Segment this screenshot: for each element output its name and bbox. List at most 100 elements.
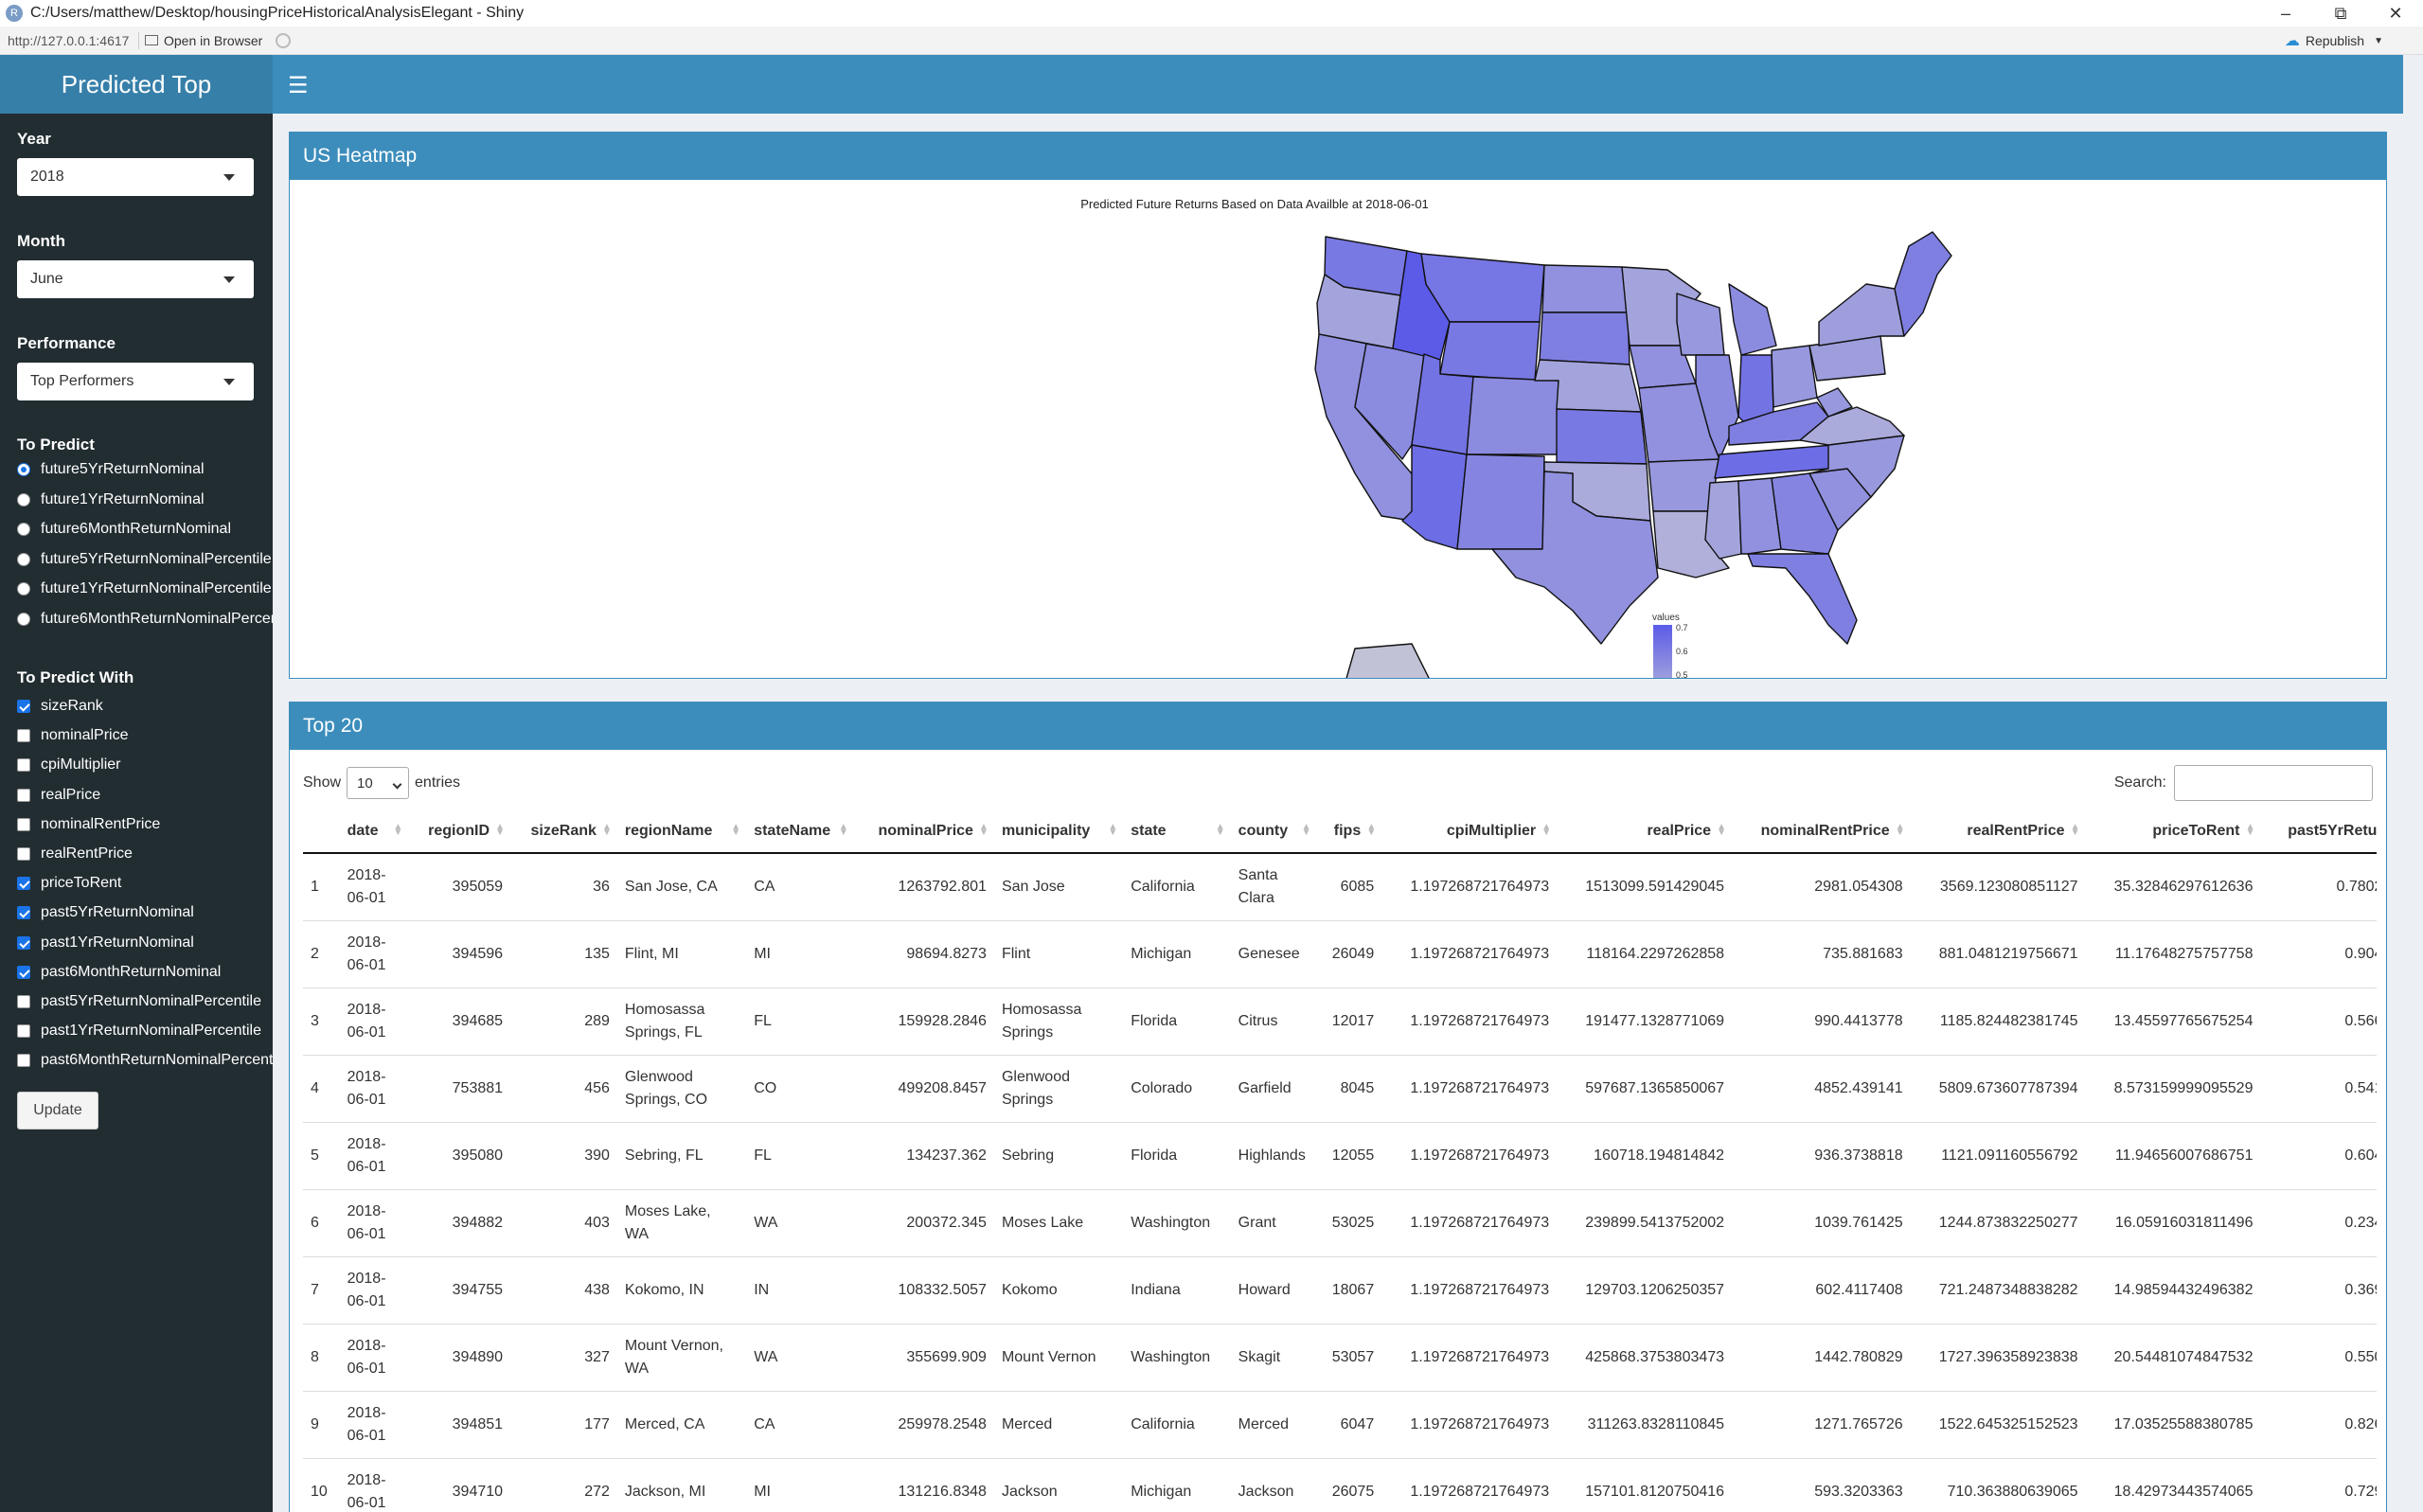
table-row[interactable]: 1 2018-06-01 395059 36 San Jose, CA CA 1263792…: [303, 853, 2377, 921]
radio-unchecked-icon[interactable]: [17, 612, 30, 626]
column-header[interactable]: nominalPrice ▲ ▼: [853, 809, 994, 854]
column-header[interactable]: stateName ▲ ▼: [746, 809, 854, 854]
checkbox-checked-icon[interactable]: [17, 700, 30, 713]
predict-with-option[interactable]: past5YrReturnNominal: [17, 904, 194, 921]
predict-with-option[interactable]: past5YrReturnNominalPercentile: [17, 993, 261, 1010]
predict-option[interactable]: future1YrReturnNominal: [17, 491, 205, 508]
month-select[interactable]: June: [17, 260, 254, 298]
checkbox-unchecked-icon[interactable]: [17, 1024, 30, 1039]
checkbox-unchecked-icon[interactable]: [17, 847, 30, 861]
page-length-value: 10: [357, 774, 373, 792]
table-row[interactable]: 9 2018-06-01 394851 177 Merced, CA CA 259978.2…: [303, 1391, 2377, 1459]
table-row[interactable]: 7 2018-06-01 394755 438 Kokomo, IN IN 108332.5…: [303, 1256, 2377, 1325]
refresh-icon[interactable]: [276, 32, 292, 48]
predict-option[interactable]: future6MonthReturnNominalPercentile: [17, 611, 273, 628]
update-button[interactable]: Update: [17, 1092, 98, 1130]
predict-with-option[interactable]: nominalRentPrice: [17, 816, 160, 833]
table-row[interactable]: 8 2018-06-01 394890 327 Mount Vernon, WA WA 35…: [303, 1324, 2377, 1392]
table-row[interactable]: 5 2018-06-01 395080 390 Sebring, FL FL 134237.…: [303, 1122, 2377, 1190]
sort-icon[interactable]: ▲ ▼: [731, 823, 740, 838]
predict-option[interactable]: future5YrReturnNominalPercentile: [17, 551, 272, 568]
column-header[interactable]: nominalRentPrice ▲ ▼: [1732, 809, 1911, 854]
predict-with-option[interactable]: past6MonthReturnNominal: [17, 964, 221, 981]
predict-option[interactable]: future1YrReturnNominalPercentile: [17, 580, 272, 597]
open-in-browser-button[interactable]: Open in Browser: [145, 33, 262, 48]
checkbox-unchecked-icon[interactable]: [17, 1054, 30, 1068]
sort-icon[interactable]: ▲ ▼: [979, 823, 989, 838]
checkbox-unchecked-icon[interactable]: [17, 729, 30, 743]
checkbox-checked-icon[interactable]: [17, 965, 30, 979]
predict-with-option[interactable]: past6MonthReturnNominalPercentile: [17, 1052, 273, 1069]
predict-with-option[interactable]: realPrice: [17, 787, 100, 804]
search-input[interactable]: [2174, 765, 2373, 801]
table-row[interactable]: 3 2018-06-01 394685 289 Homosassa Springs, F…: [303, 987, 2377, 1056]
column-header[interactable]: regionID ▲ ▼: [408, 809, 511, 854]
table-row[interactable]: 10 2018-06-01 394710 272 Jackson, MI MI 131216…: [303, 1458, 2377, 1512]
sort-icon[interactable]: ▲ ▼: [602, 823, 612, 838]
column-header[interactable]: priceToRent ▲ ▼: [2085, 809, 2261, 854]
sort-icon[interactable]: ▲ ▼: [2246, 823, 2255, 838]
republish-button[interactable]: ☁ Republish ▼: [2285, 31, 2383, 50]
predict-with-option[interactable]: past1YrReturnNominalPercentile: [17, 1023, 261, 1040]
column-header[interactable]: past5YrReturnN▲▼: [2260, 809, 2377, 854]
sort-icon[interactable]: ▲ ▼: [2071, 823, 2080, 838]
checkbox-unchecked-icon[interactable]: [17, 995, 30, 1008]
table-cell: 160718.194814842: [1557, 1122, 1733, 1190]
table-cell: 1442.780829: [1732, 1324, 1911, 1392]
predict-option[interactable]: future6MonthReturnNominal: [17, 521, 231, 538]
predict-with-option[interactable]: sizeRank: [17, 698, 103, 715]
table-cell: 1185.824482381745: [1910, 987, 2086, 1056]
column-header[interactable]: cpiMultiplier ▲ ▼: [1381, 809, 1558, 854]
predict-with-option[interactable]: realRentPrice: [17, 845, 133, 863]
sort-icon[interactable]: ▲ ▼: [393, 823, 402, 838]
restore-icon[interactable]: ⧉: [2313, 0, 2368, 27]
column-header[interactable]: municipality ▲ ▼: [993, 809, 1124, 854]
sort-icon[interactable]: ▲ ▼: [1896, 823, 1905, 838]
predict-with-option[interactable]: priceToRent: [17, 875, 121, 892]
radio-checked-icon[interactable]: [17, 463, 30, 476]
predict-with-option[interactable]: nominalPrice: [17, 727, 128, 744]
sort-icon[interactable]: ▲ ▼: [1108, 823, 1117, 838]
sort-icon[interactable]: ▲ ▼: [839, 823, 848, 838]
table-row[interactable]: 2 2018-06-01 394596 135 Flint, MI MI 98694.827…: [303, 920, 2377, 988]
column-header[interactable]: county ▲ ▼: [1230, 809, 1317, 854]
predict-with-option[interactable]: cpiMultiplier: [17, 756, 120, 774]
radio-unchecked-icon[interactable]: [17, 492, 30, 507]
sort-icon[interactable]: ▲ ▼: [1541, 823, 1551, 838]
sort-icon[interactable]: ▲ ▼: [1366, 823, 1376, 838]
minimize-icon[interactable]: –: [2258, 0, 2313, 27]
checkbox-unchecked-icon[interactable]: [17, 817, 30, 831]
radio-unchecked-icon[interactable]: [17, 523, 30, 536]
sort-icon[interactable]: ▲ ▼: [495, 823, 505, 838]
column-header[interactable]: realPrice ▲ ▼: [1557, 809, 1733, 854]
year-select[interactable]: 2018: [17, 158, 254, 196]
predict-with-option[interactable]: past1YrReturnNominal: [17, 934, 194, 952]
page-length-select[interactable]: 10: [347, 767, 410, 799]
caret-down-icon: [223, 379, 235, 385]
column-header[interactable]: date ▲ ▼: [339, 809, 409, 854]
close-icon[interactable]: ✕: [2368, 0, 2423, 27]
radio-unchecked-icon[interactable]: [17, 582, 30, 596]
sort-icon[interactable]: ▲ ▼: [1302, 823, 1311, 838]
column-header[interactable]: state ▲ ▼: [1123, 809, 1231, 854]
sort-icon[interactable]: ▲ ▼: [1216, 823, 1225, 838]
table-row[interactable]: 6 2018-06-01 394882 403 Moses Lake, WA WA 2003…: [303, 1189, 2377, 1257]
checkbox-checked-icon[interactable]: [17, 935, 30, 950]
table-cell: 3: [303, 987, 340, 1056]
table-row[interactable]: 4 2018-06-01 753881 456 Glenwood Springs, CO…: [303, 1055, 2377, 1123]
sort-icon[interactable]: ▲ ▼: [1717, 823, 1726, 838]
checkbox-unchecked-icon[interactable]: [17, 758, 30, 773]
performance-select[interactable]: Top Performers: [17, 363, 254, 400]
radio-unchecked-icon[interactable]: [17, 552, 30, 566]
checkbox-unchecked-icon[interactable]: [17, 788, 30, 802]
checkbox-checked-icon[interactable]: [17, 877, 30, 891]
column-header[interactable]: [303, 809, 340, 854]
column-header[interactable]: realRentPrice ▲ ▼: [1910, 809, 2086, 854]
column-header[interactable]: fips ▲ ▼: [1316, 809, 1382, 854]
predict-option[interactable]: future5YrReturnNominal: [17, 461, 205, 478]
column-header[interactable]: regionName ▲ ▼: [616, 809, 747, 854]
column-header[interactable]: sizeRank ▲ ▼: [510, 809, 617, 854]
checkbox-checked-icon[interactable]: [17, 906, 30, 920]
chevron-down-icon[interactable]: ▼: [2374, 36, 2383, 46]
sidebar-toggle-icon[interactable]: ☰: [288, 72, 309, 99]
